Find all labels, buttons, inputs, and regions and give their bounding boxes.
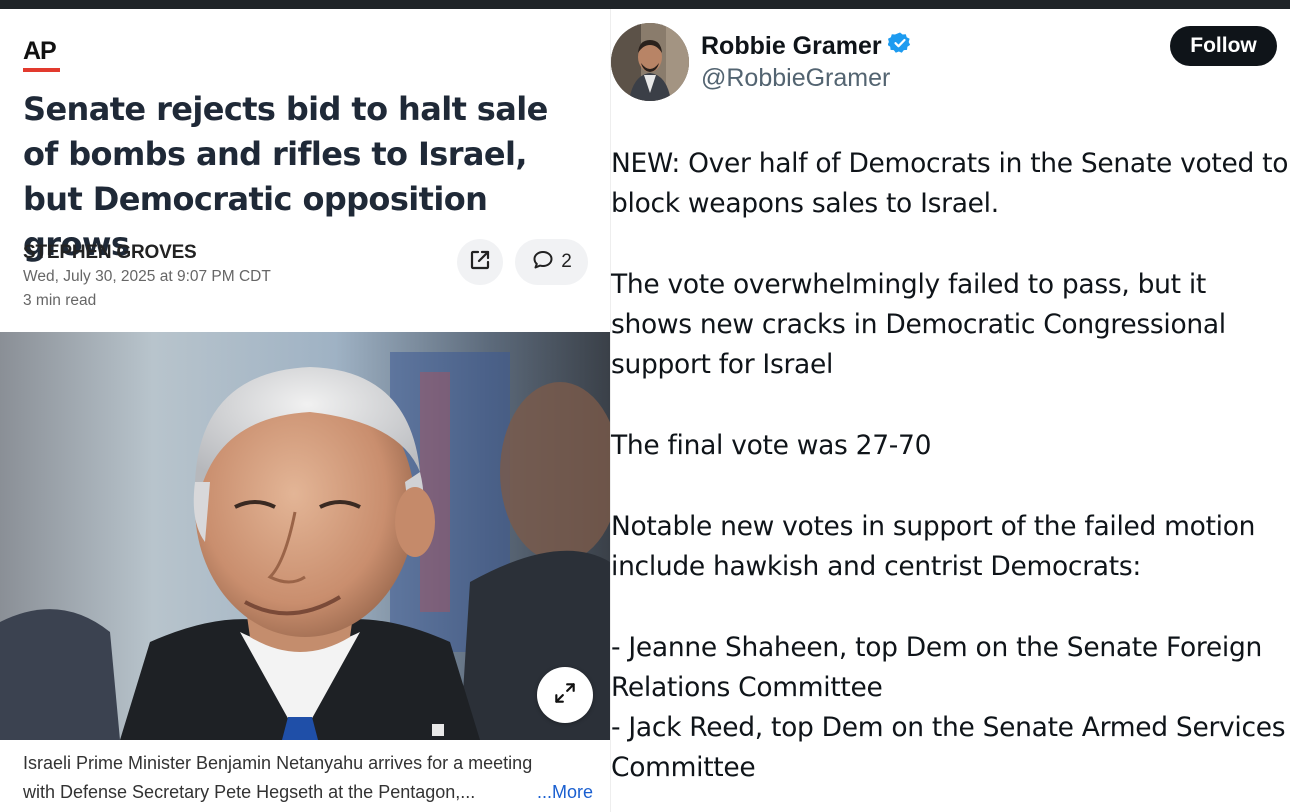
- ap-logo-underline: [23, 68, 60, 72]
- author-avatar[interactable]: [611, 23, 689, 101]
- photo-caption: Israeli Prime Minister Benjamin Netanyah…: [23, 749, 593, 807]
- caption-line-2: with Defense Secretary Pete Hegseth at t…: [23, 778, 593, 807]
- tweet-list-item: - Jack Reed, top Dem on the Senate Armed…: [611, 712, 1286, 784]
- comment-count: 2: [561, 251, 572, 272]
- expand-arrows-icon: [552, 680, 578, 711]
- share-external-icon: [468, 248, 492, 277]
- tweet-text: NEW: Over half of Democrats in the Senat…: [611, 144, 1289, 789]
- tweet-paragraph: Notable new votes in support of the fail…: [611, 510, 1256, 582]
- tweet-panel: Robbie Gramer @RobbieGramer Follow NEW: …: [611, 9, 1290, 812]
- caption-line-2-text: with Defense Secretary Pete Hegseth at t…: [23, 782, 476, 802]
- share-button[interactable]: [457, 239, 503, 285]
- tweet-paragraph: The final vote was 27-70: [611, 430, 932, 462]
- article-date: Wed, July 30, 2025 at 9:07 PM CDT: [23, 268, 271, 285]
- caption-more-link[interactable]: ...More: [537, 778, 593, 807]
- ap-logo[interactable]: AP: [23, 37, 57, 66]
- tweet-paragraph: NEW: Over half of Democrats in the Senat…: [611, 148, 1289, 220]
- article-photo[interactable]: [0, 332, 610, 740]
- article-read-time: 3 min read: [23, 292, 97, 309]
- author-handle[interactable]: @RobbieGramer: [701, 64, 890, 93]
- comments-button[interactable]: 2: [515, 239, 588, 285]
- author-name-text: Robbie Gramer: [701, 32, 882, 60]
- tweet-paragraph: The vote overwhelmingly failed to pass, …: [611, 268, 1226, 381]
- author-name[interactable]: Robbie Gramer: [701, 31, 912, 62]
- article-author[interactable]: STEPHEN GROVES: [23, 242, 197, 264]
- expand-photo-button[interactable]: [537, 667, 593, 723]
- article-headline: Senate rejects bid to halt sale of bombs…: [23, 90, 548, 263]
- follow-button[interactable]: Follow: [1170, 26, 1277, 66]
- top-bar: [0, 0, 1290, 9]
- tweet-list-item: - Jeanne Shaheen, top Dem on the Senate …: [611, 631, 1262, 703]
- verified-badge-icon: [887, 31, 912, 62]
- comment-bubble-icon: [531, 248, 555, 277]
- caption-line-1: Israeli Prime Minister Benjamin Netanyah…: [23, 753, 533, 773]
